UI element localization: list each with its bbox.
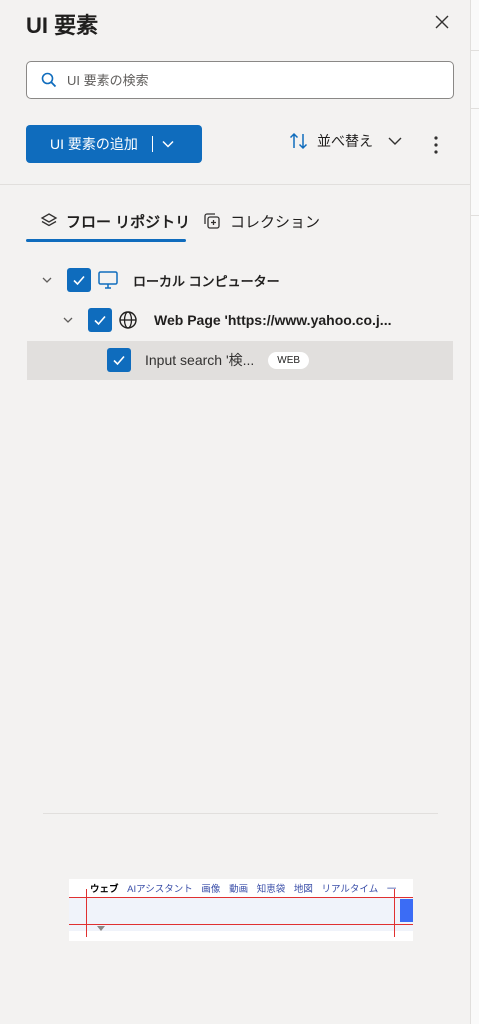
- active-tab-indicator: [26, 239, 186, 242]
- caret-down-icon: [97, 926, 105, 931]
- strip-divider: [471, 215, 479, 216]
- checkmark-icon: [73, 275, 85, 286]
- preview-tab: リアルタイム: [321, 884, 379, 895]
- split-divider: [151, 136, 153, 152]
- preview-search-field: [69, 897, 413, 931]
- highlight-border-right: [394, 889, 395, 937]
- tab-collection[interactable]: コレクション: [202, 200, 320, 242]
- preview-tab: 知恵袋: [256, 884, 286, 895]
- preview-tab: 動画: [229, 884, 249, 895]
- preview-tab: ウェブ: [90, 884, 119, 895]
- highlight-border-left: [86, 889, 87, 937]
- collection-add-icon: [204, 213, 220, 229]
- close-button[interactable]: [430, 10, 454, 34]
- chevron-down-icon[interactable]: [40, 273, 54, 287]
- sort-button[interactable]: 並べ替え: [289, 131, 403, 151]
- tab-flow-repository-label: フロー リポジトリ: [66, 213, 191, 231]
- tree-node-input-search[interactable]: Input search '検... WEB: [107, 341, 310, 379]
- web-badge: WEB: [268, 351, 310, 369]
- tab-flow-repository[interactable]: フロー リポジトリ: [40, 200, 190, 242]
- tree-node-web-page[interactable]: Web Page 'https://www.yahoo.co.j...: [61, 301, 391, 339]
- preview-tab: 地図: [293, 884, 313, 895]
- checkmark-icon: [94, 315, 106, 326]
- preview-tab: 画像: [201, 884, 221, 895]
- chevron-down-icon: [388, 137, 402, 145]
- search-icon: [41, 72, 57, 88]
- add-ui-element-label: UI 要素の追加: [50, 136, 138, 152]
- strip-divider: [471, 108, 479, 109]
- checkmark-icon: [113, 355, 125, 366]
- panel-title: UI 要素: [26, 13, 99, 38]
- highlight-border-top: [69, 897, 413, 898]
- chevron-down-icon[interactable]: [161, 137, 175, 151]
- sort-icon: [289, 132, 308, 150]
- ui-elements-panel: UI 要素 UI 要素の追加 並べ替え: [0, 0, 470, 1024]
- globe-icon: [119, 311, 137, 329]
- search-box[interactable]: [26, 61, 454, 99]
- web-page-checkbox[interactable]: [88, 308, 112, 332]
- close-icon: [435, 15, 449, 29]
- local-computer-checkbox[interactable]: [67, 268, 91, 292]
- strip-divider: [471, 50, 479, 51]
- divider: [0, 184, 470, 185]
- add-ui-element-button[interactable]: UI 要素の追加: [26, 125, 202, 163]
- monitor-icon: [98, 271, 118, 289]
- tab-collection-label: コレクション: [230, 213, 321, 231]
- preview-nav-tabs: ウェブ AIアシスタント 画像 動画 知恵袋 地図 リアルタイム 一: [90, 881, 402, 895]
- local-computer-label: ローカル コンピューター: [133, 273, 280, 289]
- chevron-down-icon[interactable]: [61, 313, 75, 327]
- side-strip: [470, 0, 479, 1024]
- input-search-checkbox[interactable]: [107, 348, 131, 372]
- preview-search-button: [400, 899, 413, 922]
- highlight-border-bottom: [69, 924, 413, 925]
- sort-label: 並べ替え: [317, 133, 373, 149]
- preview-tab: AIアシスタント: [127, 884, 193, 895]
- more-vertical-icon: [434, 136, 438, 154]
- preview-divider: [43, 813, 438, 814]
- more-options-button[interactable]: [426, 133, 446, 157]
- element-screenshot-preview: ウェブ AIアシスタント 画像 動画 知恵袋 地図 リアルタイム 一: [69, 879, 413, 941]
- web-page-label: Web Page 'https://www.yahoo.co.j...: [154, 312, 392, 328]
- tree-node-local-computer[interactable]: ローカル コンピューター: [40, 261, 280, 299]
- search-input[interactable]: [65, 71, 429, 89]
- layers-icon: [40, 213, 58, 227]
- input-search-label: Input search '検...: [145, 352, 255, 368]
